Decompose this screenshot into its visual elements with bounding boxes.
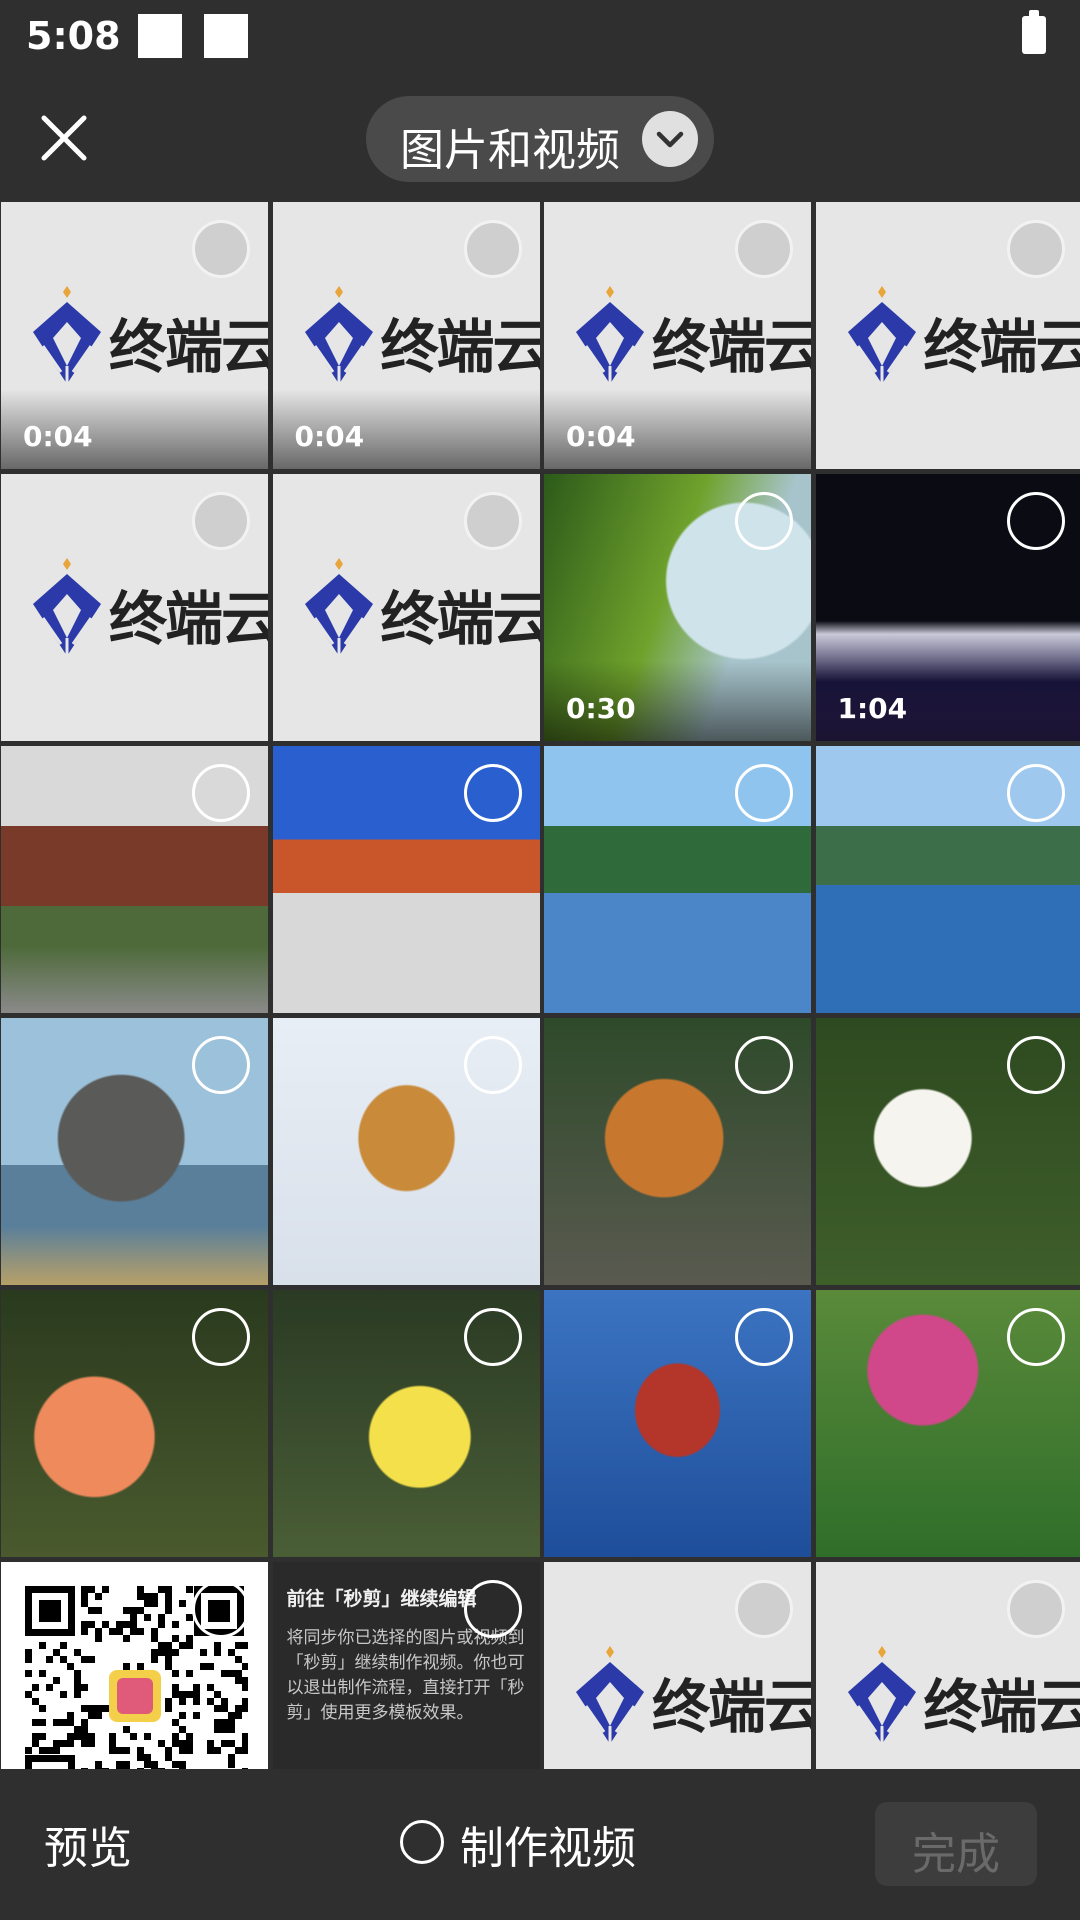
video-duration: 0:04 [566,420,636,453]
logo-icon [304,558,373,656]
select-circle[interactable] [735,764,793,822]
select-circle[interactable] [192,1580,250,1638]
logo-text: 终端云测 [923,1673,1080,1741]
media-tile[interactable] [815,746,1080,1013]
select-circle[interactable] [1006,1036,1065,1094]
select-circle[interactable] [1006,220,1065,278]
media-tile[interactable]: 终端云测 [815,1562,1080,1769]
logo-icon [304,286,373,384]
logo-icon [576,286,644,384]
video-duration: 0:30 [566,692,636,725]
logo-text: 终端云测 [109,313,268,381]
logo: 终端云测 [303,282,540,392]
select-circle[interactable] [735,492,793,550]
media-tile[interactable] [272,1290,540,1557]
status-bar: 5:08 [0,0,1080,80]
select-circle[interactable] [735,1036,793,1094]
logo: 终端云测 [31,554,268,664]
battery-icon [1022,10,1046,54]
media-tile[interactable]: 终端云测 [815,202,1080,469]
media-tile[interactable]: 终端云测 0:04 [544,202,811,469]
select-circle[interactable] [1006,1308,1065,1366]
select-circle[interactable] [463,1580,522,1638]
album-title: 图片和视频 [400,125,620,176]
logo: 终端云测 [574,282,811,392]
media-tile[interactable] [1,1018,268,1285]
notification-icon [204,14,248,58]
logo-icon [847,1646,916,1744]
media-tile[interactable]: 1:04 [815,474,1080,741]
select-circle[interactable] [192,220,250,278]
status-time: 5:08 [26,14,121,58]
select-circle[interactable] [1006,492,1065,550]
make-video-label: 制作视频 [460,1823,636,1874]
done-label: 完成 [912,1829,1000,1880]
select-circle[interactable] [192,492,250,550]
media-tile[interactable] [544,1290,811,1557]
media-grid: 终端云测0:04终端云测0:04终端云测0:04终端云测终端云测终端云测0:30… [0,201,1080,1769]
info-body: 将同步你已选择的图片或视频到「秒剪」继续制作视频。你也可以退出制作流程，直接打开… [286,1628,525,1723]
select-circle[interactable] [735,220,793,278]
video-duration: 0:04 [23,420,93,453]
logo-text: 终端云测 [109,585,268,653]
media-tile[interactable]: 0:30 [544,474,811,741]
media-tile[interactable] [272,746,540,1013]
media-tile[interactable] [272,1018,540,1285]
select-circle[interactable] [735,1580,793,1638]
media-tile[interactable]: 前往「秒剪」继续编辑 将同步你已选择的图片或视频到「秒剪」继续制作视频。你也可以退… [272,1562,540,1769]
logo-text: 终端云测 [652,313,811,381]
select-circle[interactable] [1006,764,1065,822]
album-selector[interactable]: 图片和视频 [366,96,714,182]
notification-icon [138,14,182,58]
bottom-bar: 预览 制作视频 完成 [0,1770,1080,1920]
select-circle[interactable] [192,1036,250,1094]
close-icon [41,115,87,161]
header: 图片和视频 [0,80,1080,200]
media-tile[interactable] [815,1290,1080,1557]
media-tile[interactable]: 终端云测 0:04 [1,202,268,469]
media-tile[interactable]: 终端云测 [544,1562,811,1769]
logo-text: 终端云测 [380,585,540,653]
media-tile[interactable] [1,1290,268,1557]
logo-icon [847,286,916,384]
logo: 终端云测 [846,1642,1080,1752]
album-chevron-button[interactable] [642,111,698,167]
media-tile[interactable] [544,746,811,1013]
logo-icon [33,286,101,384]
select-circle[interactable] [463,492,522,550]
logo: 终端云测 [31,282,268,392]
logo-text: 终端云测 [923,313,1080,381]
media-tile[interactable] [1,746,268,1013]
video-duration: 1:04 [837,692,908,725]
logo-icon [33,558,101,656]
select-circle[interactable] [463,1036,522,1094]
logo: 终端云测 [846,282,1080,392]
video-duration: 0:04 [294,420,365,453]
done-button[interactable]: 完成 [875,1802,1037,1886]
select-circle[interactable] [192,764,250,822]
media-tile[interactable] [544,1018,811,1285]
logo-icon [576,1646,644,1744]
media-tile[interactable] [815,1018,1080,1285]
media-tile[interactable]: 终端云测 [272,474,540,741]
select-circle[interactable] [463,764,522,822]
logo: 终端云测 [303,554,540,664]
preview-button[interactable]: 预览 [44,1812,132,1876]
chevron-down-icon [656,131,684,148]
close-button[interactable] [30,104,98,172]
logo-text: 终端云测 [652,1673,811,1741]
select-circle[interactable] [463,220,522,278]
media-tile[interactable]: 终端云测 [1,474,268,741]
logo-text: 终端云测 [380,313,540,381]
select-circle[interactable] [1006,1580,1065,1638]
select-circle[interactable] [463,1308,522,1366]
select-circle[interactable] [192,1308,250,1366]
make-video-radio[interactable] [400,1820,444,1864]
media-tile[interactable] [1,1562,268,1769]
select-circle[interactable] [735,1308,793,1366]
media-tile[interactable]: 终端云测 0:04 [272,202,540,469]
logo: 终端云测 [574,1642,811,1752]
